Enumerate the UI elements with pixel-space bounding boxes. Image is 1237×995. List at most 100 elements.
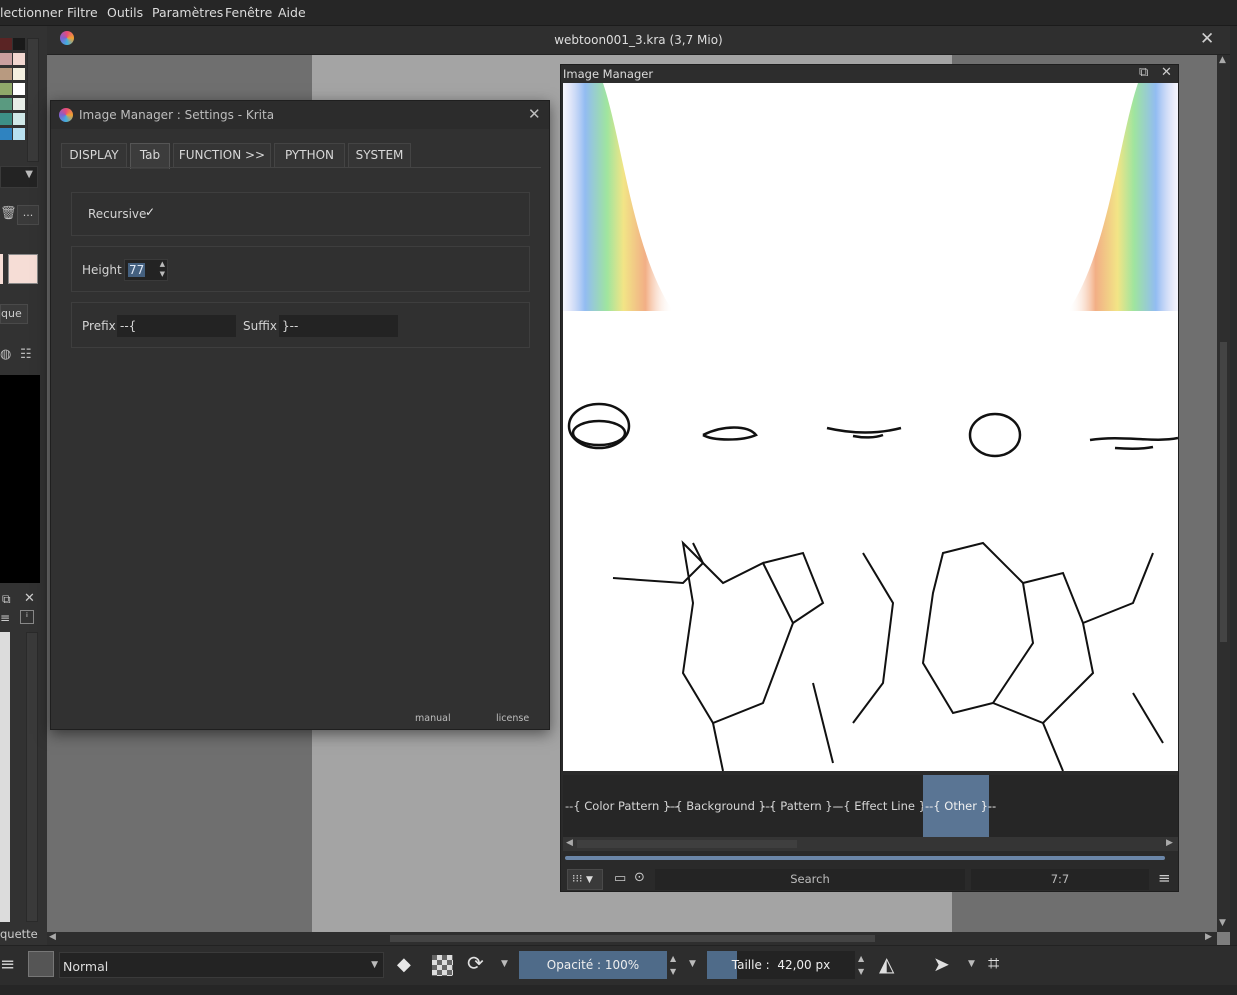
size-label: Taille : 42,00 px (731, 958, 831, 972)
affix-group: Prefix --{ Suffix }-- (71, 302, 530, 348)
chevron-down-icon[interactable]: ▼ (689, 959, 696, 969)
spin-arrows-icon[interactable]: ▲ ▼ (858, 952, 864, 978)
suffix-label: Suffix (243, 319, 277, 333)
tabs-scroll-thumb[interactable] (577, 840, 797, 848)
image-preview[interactable] (563, 83, 1178, 771)
height-spinbox[interactable]: 77 ▲ ▼ (124, 259, 168, 281)
more-button[interactable]: ... (17, 205, 39, 225)
menu-window[interactable]: Fenêtre (225, 5, 272, 20)
menu-help[interactable]: Aide (278, 5, 306, 20)
palette-scrollbar[interactable] (27, 38, 39, 162)
mirror-vertical-icon[interactable]: ➤ (933, 952, 950, 976)
opacity-slider[interactable]: Opacité : 100% (519, 951, 667, 979)
height-group: Height 77 ▲ ▼ (71, 246, 530, 292)
spin-arrows-icon[interactable]: ▲ ▼ (670, 952, 676, 978)
tab-effect-line[interactable]: --{ Effect Line }-- (835, 775, 934, 837)
spin-down-icon[interactable]: ▼ (160, 270, 165, 278)
palette-swatches[interactable] (0, 38, 26, 162)
suffix-field[interactable]: }-- (279, 315, 398, 337)
palette-swatch[interactable] (13, 38, 25, 50)
rainbow-left (563, 83, 673, 311)
tabs-scrollbar[interactable]: ◀ ▶ (563, 837, 1178, 851)
palette-combo[interactable]: ▼ (0, 166, 38, 188)
palette-swatch[interactable] (0, 113, 12, 125)
palette-swatch[interactable] (0, 128, 12, 140)
close-settings-icon[interactable]: ✕ (528, 105, 541, 123)
menu-filter[interactable]: Filtre (67, 5, 98, 20)
palette-swatch[interactable] (0, 83, 12, 95)
chevron-down-icon[interactable]: ▼ (968, 959, 975, 969)
prefix-field[interactable]: --{ (117, 315, 236, 337)
reload-icon[interactable]: ⟳ (467, 951, 484, 975)
palette-swatch[interactable] (0, 38, 12, 50)
dock-tab[interactable]: que (0, 304, 28, 324)
mirror-horizontal-icon[interactable]: ◭ (879, 952, 894, 976)
tab-pattern[interactable]: --{ Pattern }-- (761, 775, 841, 837)
view-mode-button[interactable]: ⁝⁝⁝ ▼ (567, 869, 603, 890)
menu-icon[interactable]: ≡ (0, 611, 10, 625)
canvas-vertical-scrollbar[interactable]: ▲ ▼ (1217, 55, 1230, 932)
recursive-checkbox[interactable]: ✓ (145, 205, 159, 219)
alpha-lock-icon[interactable] (432, 955, 453, 976)
scroll-up-icon[interactable]: ▲ (1219, 55, 1226, 65)
palette-swatch[interactable] (13, 113, 25, 125)
h-scroll-thumb[interactable] (390, 935, 875, 942)
manual-link[interactable]: manual (415, 713, 451, 724)
size-slider[interactable]: Taille : 42,00 px (707, 951, 855, 979)
scroll-thumb[interactable] (1220, 342, 1227, 642)
play-icon[interactable]: ⊙ (634, 870, 645, 885)
height-value[interactable]: 77 (128, 263, 146, 277)
menu-settings[interactable]: Paramètres (152, 5, 223, 20)
tab-other[interactable]: --{ Other }-- (923, 775, 996, 837)
palette-swatch[interactable] (13, 68, 25, 80)
globe-icon[interactable]: ◍ (0, 347, 11, 362)
menu-select[interactable]: lectionner (0, 5, 63, 20)
palette-swatch[interactable] (0, 68, 12, 80)
close-icon[interactable]: ✕ (24, 591, 35, 606)
list-view-icon[interactable]: ☷ (20, 347, 32, 362)
effect-lines (567, 402, 1178, 458)
folder-icon[interactable]: ▭ (614, 871, 626, 886)
close-icon[interactable]: ✕ (1161, 65, 1172, 80)
trash-icon[interactable]: 🗑 (0, 206, 17, 221)
hamburger-menu-icon[interactable]: ≡ (1158, 869, 1171, 887)
float-icon[interactable]: ⧉ (1139, 65, 1148, 80)
tab-display[interactable]: DISPLAY (61, 143, 127, 168)
scroll-left-icon[interactable]: ◀ (49, 932, 56, 942)
tab-tab[interactable]: Tab (130, 143, 170, 169)
palette-swatch[interactable] (0, 53, 12, 65)
tab-function[interactable]: FUNCTION >> (173, 143, 271, 168)
info-icon[interactable]: ⁱ (20, 610, 34, 624)
palette-swatch[interactable] (13, 98, 25, 110)
canvas-horizontal-scrollbar[interactable]: ◀ ▶ (47, 932, 1217, 945)
close-document-icon[interactable]: ✕ (1200, 29, 1214, 49)
color-preview[interactable] (8, 254, 38, 284)
chevron-down-icon[interactable]: ▼ (501, 959, 508, 969)
brush-preset-icon[interactable] (28, 951, 54, 977)
brush-scrollbar[interactable] (26, 632, 38, 922)
scroll-down-icon[interactable]: ▼ (1219, 918, 1226, 928)
tab-color-pattern[interactable]: --{ Color Pattern }-- (565, 775, 679, 837)
spin-up-icon[interactable]: ▲ (160, 260, 165, 268)
palette-swatch[interactable] (0, 98, 12, 110)
scroll-right-icon[interactable]: ▶ (1166, 838, 1173, 848)
scroll-left-icon[interactable]: ◀ (566, 838, 573, 848)
crop-icon[interactable]: ⌗ (988, 951, 999, 975)
eraser-icon[interactable]: ◆ (397, 954, 411, 975)
search-input[interactable]: Search (655, 869, 965, 890)
palette-swatch[interactable] (13, 128, 25, 140)
image-manager-bottom-bar: ⁝⁝⁝ ▼ ▭ ⊙ Search 7:7 ≡ (563, 867, 1178, 891)
palette-swatch[interactable] (13, 83, 25, 95)
menu-icon[interactable]: ≡ (0, 954, 15, 975)
blend-mode-select[interactable]: Normal ▼ (59, 952, 384, 978)
scroll-right-icon[interactable]: ▶ (1205, 932, 1212, 942)
license-link[interactable]: license (496, 713, 529, 724)
menu-tools[interactable]: Outils (107, 5, 143, 20)
tab-system[interactable]: SYSTEM (348, 143, 411, 168)
tab-background[interactable]: --{ Background }-- (667, 775, 774, 837)
left-docker: ▼ 🗑 ... que ◍ ☷ ⧉ ✕ ≡ ⁱ quette (0, 26, 47, 955)
palette-swatch[interactable] (13, 53, 25, 65)
float-icon[interactable]: ⧉ (2, 592, 11, 607)
tab-python[interactable]: PYTHON (274, 143, 345, 168)
brush-presets[interactable] (0, 632, 10, 922)
